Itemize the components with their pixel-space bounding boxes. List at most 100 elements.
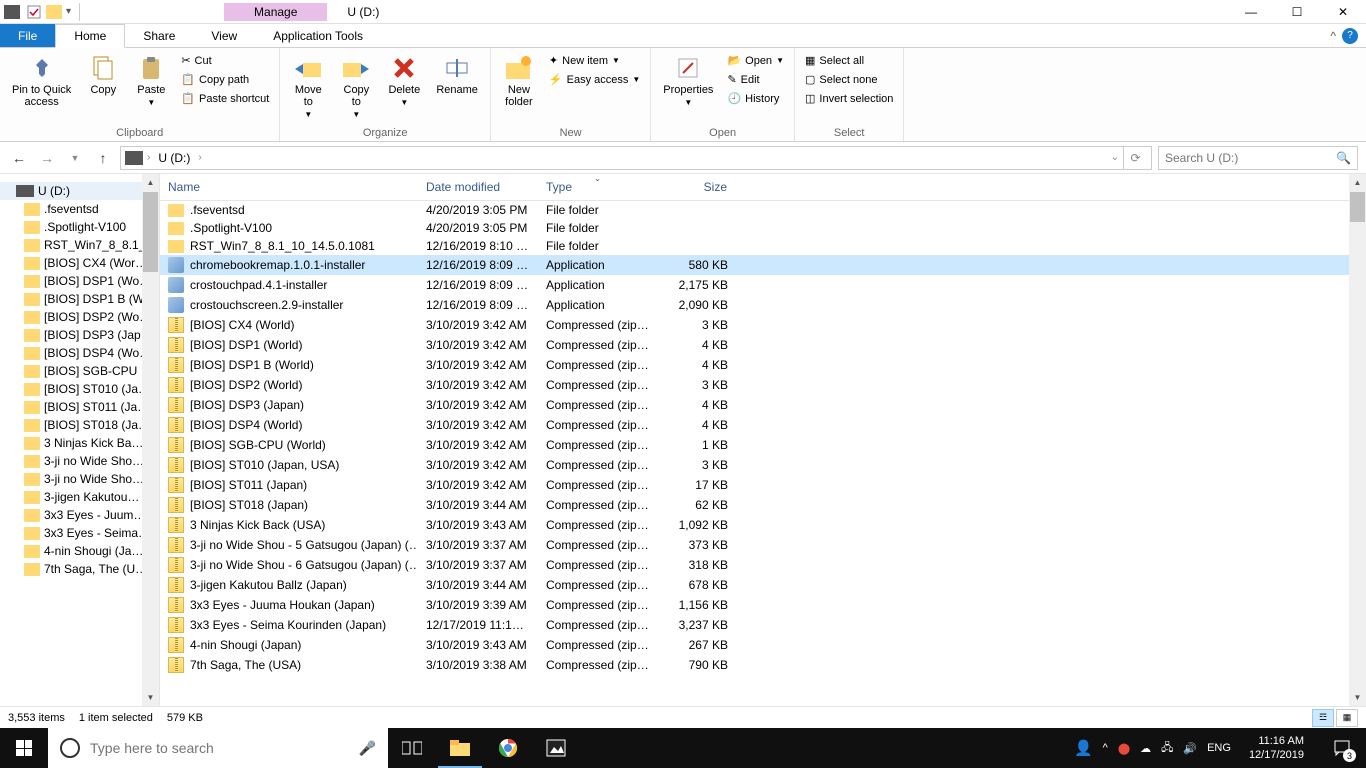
- tree-item[interactable]: 3-jigen Kakutou…: [0, 488, 159, 506]
- delete-button[interactable]: Delete▼: [382, 50, 426, 111]
- start-button[interactable]: [0, 728, 48, 768]
- breadcrumb-item[interactable]: U (D:): [154, 151, 194, 165]
- maximize-button[interactable]: ☐: [1274, 0, 1320, 24]
- pin-quick-access-button[interactable]: Pin to Quick access: [6, 50, 77, 112]
- tree-item[interactable]: [BIOS] DSP3 (Jap…: [0, 326, 159, 344]
- chevron-down-icon[interactable]: ⌄: [1111, 152, 1119, 163]
- scroll-up-icon[interactable]: ▲: [142, 174, 159, 191]
- search-box[interactable]: 🔍: [1158, 146, 1358, 170]
- paste-button[interactable]: Paste ▼: [129, 50, 173, 111]
- contextual-tab-manage[interactable]: Manage: [224, 3, 327, 21]
- qat-new-folder[interactable]: [46, 5, 62, 19]
- column-type[interactable]: ⌄Type: [538, 178, 658, 196]
- tree-item[interactable]: [BIOS] ST018 (Ja…: [0, 416, 159, 434]
- tree-item[interactable]: 3x3 Eyes - Seima…: [0, 524, 159, 542]
- copy-to-button[interactable]: Copy to▼: [334, 50, 378, 123]
- taskbar-photos[interactable]: [532, 728, 580, 768]
- tree-item[interactable]: 3-ji no Wide Sho…: [0, 470, 159, 488]
- tray-overflow-icon[interactable]: ^: [1103, 742, 1108, 754]
- file-row[interactable]: crostouchpad.4.1-installer12/16/2019 8:0…: [160, 275, 1349, 295]
- move-to-button[interactable]: Move to▼: [286, 50, 330, 123]
- help-icon[interactable]: ?: [1342, 28, 1358, 44]
- tree-item[interactable]: .fseventsd: [0, 200, 159, 218]
- scroll-down-icon[interactable]: ▼: [1349, 689, 1366, 706]
- file-row[interactable]: [BIOS] DSP1 (World)3/10/2019 3:42 AMComp…: [160, 335, 1349, 355]
- file-row[interactable]: 7th Saga, The (USA)3/10/2019 3:38 AMComp…: [160, 655, 1349, 675]
- tray-language[interactable]: ENG: [1207, 742, 1231, 754]
- file-row[interactable]: [BIOS] DSP4 (World)3/10/2019 3:42 AMComp…: [160, 415, 1349, 435]
- scroll-thumb[interactable]: [1350, 192, 1365, 222]
- tray-network-icon[interactable]: 🖧: [1161, 739, 1173, 758]
- select-all-button[interactable]: ▦Select all: [801, 52, 897, 69]
- nav-back-button[interactable]: ←: [8, 147, 30, 169]
- paste-shortcut-button[interactable]: 📋Paste shortcut: [177, 90, 273, 107]
- breadcrumb[interactable]: › U (D:) › ⌄ ⟳: [120, 146, 1152, 170]
- chevron-right-icon[interactable]: ›: [198, 152, 201, 163]
- qat-customize[interactable]: ▾: [66, 6, 71, 17]
- nav-forward-button[interactable]: →: [36, 147, 58, 169]
- tree-scrollbar[interactable]: ▲ ▼: [142, 174, 159, 706]
- easy-access-button[interactable]: ⚡Easy access▼: [545, 71, 644, 88]
- tab-share[interactable]: Share: [125, 24, 193, 47]
- file-row[interactable]: crostouchscreen.2.9-installer12/16/2019 …: [160, 295, 1349, 315]
- file-row[interactable]: 3-jigen Kakutou Ballz (Japan)3/10/2019 3…: [160, 575, 1349, 595]
- file-row[interactable]: 4-nin Shougi (Japan)3/10/2019 3:43 AMCom…: [160, 635, 1349, 655]
- scroll-up-icon[interactable]: ▲: [1349, 174, 1366, 191]
- tree-item[interactable]: [BIOS] DSP4 (Wo…: [0, 344, 159, 362]
- file-row[interactable]: 3x3 Eyes - Juuma Houkan (Japan)3/10/2019…: [160, 595, 1349, 615]
- file-row[interactable]: [BIOS] ST011 (Japan)3/10/2019 3:42 AMCom…: [160, 475, 1349, 495]
- action-center-button[interactable]: 3: [1322, 728, 1362, 768]
- tab-application-tools[interactable]: Application Tools: [255, 24, 381, 47]
- tree-item[interactable]: [BIOS] DSP1 B (W…: [0, 290, 159, 308]
- mic-icon[interactable]: 🎤: [359, 740, 376, 757]
- tree-item[interactable]: 3 Ninjas Kick Ba…: [0, 434, 159, 452]
- history-button[interactable]: 🕘History: [723, 90, 788, 107]
- search-icon[interactable]: 🔍: [1336, 151, 1351, 165]
- tree-item[interactable]: 4-nin Shougi (Ja…: [0, 542, 159, 560]
- tree-item[interactable]: [BIOS] DSP2 (Wo…: [0, 308, 159, 326]
- file-row[interactable]: 3-ji no Wide Shou - 5 Gatsugou (Japan) (…: [160, 535, 1349, 555]
- file-row[interactable]: [BIOS] SGB-CPU (World)3/10/2019 3:42 AMC…: [160, 435, 1349, 455]
- file-row[interactable]: 3 Ninjas Kick Back (USA)3/10/2019 3:43 A…: [160, 515, 1349, 535]
- edit-button[interactable]: ✎Edit: [723, 71, 788, 88]
- taskbar-chrome[interactable]: [484, 728, 532, 768]
- tab-view[interactable]: View: [193, 24, 255, 47]
- file-row[interactable]: RST_Win7_8_8.1_10_14.5.0.108112/16/2019 …: [160, 237, 1349, 255]
- chevron-right-icon[interactable]: ›: [147, 152, 150, 163]
- tree-item[interactable]: [BIOS] DSP1 (Wo…: [0, 272, 159, 290]
- rename-button[interactable]: Rename: [430, 50, 484, 100]
- column-size[interactable]: Size: [658, 178, 736, 196]
- tree-item[interactable]: [BIOS] CX4 (Wor…: [0, 254, 159, 272]
- tree-item[interactable]: [BIOS] ST010 (Ja…: [0, 380, 159, 398]
- nav-tree[interactable]: U (D:) .fseventsd.Spotlight-V100RST_Win7…: [0, 174, 160, 706]
- minimize-button[interactable]: ―: [1228, 0, 1274, 24]
- tree-item[interactable]: 7th Saga, The (U…: [0, 560, 159, 578]
- tab-file[interactable]: File: [0, 24, 55, 47]
- file-row[interactable]: chromebookremap.1.0.1-installer12/16/201…: [160, 255, 1349, 275]
- taskbar-search[interactable]: 🎤: [48, 728, 388, 768]
- nav-recent-button[interactable]: ▼: [64, 147, 86, 169]
- nav-up-button[interactable]: ↑: [92, 147, 114, 169]
- select-none-button[interactable]: ▢Select none: [801, 71, 897, 88]
- file-row[interactable]: [BIOS] DSP3 (Japan)3/10/2019 3:42 AMComp…: [160, 395, 1349, 415]
- properties-button[interactable]: Properties▼: [657, 50, 719, 111]
- file-row[interactable]: .Spotlight-V1004/20/2019 3:05 PMFile fol…: [160, 219, 1349, 237]
- search-input[interactable]: [1165, 151, 1336, 165]
- tray-clock[interactable]: 11:16 AM 12/17/2019: [1241, 734, 1312, 763]
- file-row[interactable]: 3x3 Eyes - Seima Kourinden (Japan)12/17/…: [160, 615, 1349, 635]
- copy-path-button[interactable]: 📋Copy path: [177, 71, 273, 88]
- taskbar-search-input[interactable]: [90, 740, 349, 756]
- tray-onedrive-icon[interactable]: ☁: [1140, 742, 1151, 755]
- ribbon-collapse[interactable]: ^: [1330, 29, 1336, 43]
- qat-properties[interactable]: [26, 4, 42, 20]
- view-details-button[interactable]: ☲: [1312, 709, 1334, 727]
- file-row[interactable]: .fseventsd4/20/2019 3:05 PMFile folder: [160, 201, 1349, 219]
- tree-item[interactable]: [BIOS] ST011 (Ja…: [0, 398, 159, 416]
- tray-volume-icon[interactable]: 🔊: [1183, 742, 1197, 755]
- close-button[interactable]: ✕: [1320, 0, 1366, 24]
- tree-root[interactable]: U (D:): [0, 182, 159, 200]
- file-row[interactable]: [BIOS] DSP1 B (World)3/10/2019 3:42 AMCo…: [160, 355, 1349, 375]
- scroll-down-icon[interactable]: ▼: [142, 689, 159, 706]
- tree-item[interactable]: 3x3 Eyes - Juum…: [0, 506, 159, 524]
- tray-people-icon[interactable]: 👤: [1074, 739, 1093, 757]
